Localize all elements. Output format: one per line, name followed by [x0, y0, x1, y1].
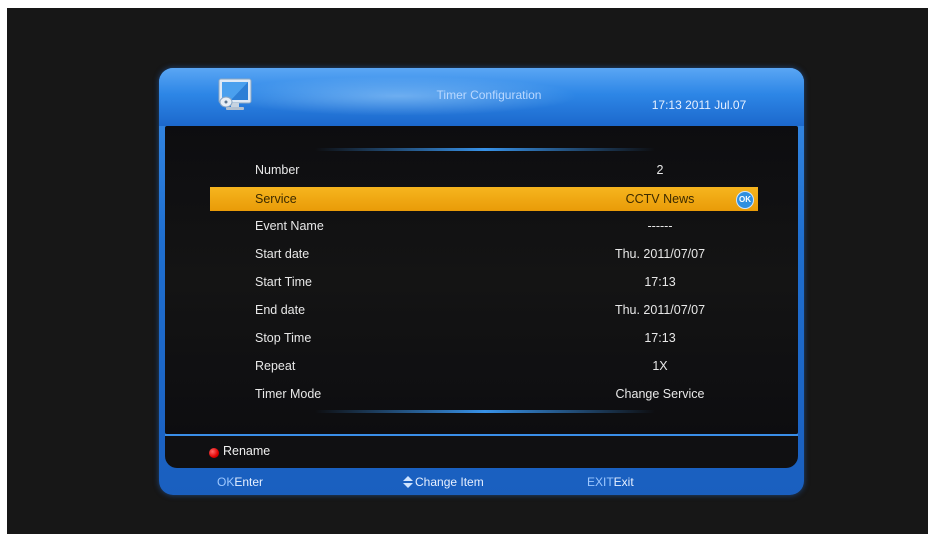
- row-value: Thu. 2011/07/07: [614, 247, 706, 261]
- ok-key-label: OK: [217, 475, 235, 489]
- row-label: Service: [255, 192, 297, 206]
- exit-key-label: EXIT: [587, 475, 614, 489]
- row-label: Repeat: [255, 359, 296, 373]
- hint-change-item[interactable]: Change Item: [403, 475, 484, 491]
- monitor-satellite-icon: [217, 76, 255, 114]
- row-label: Event Name: [255, 219, 324, 233]
- dialog-title: Timer Configuration: [436, 88, 542, 102]
- row-label: Stop Time: [255, 331, 312, 345]
- dialog-header: Timer Configuration 17:13 2011 Jul.07: [159, 68, 804, 126]
- row-label: Number: [255, 163, 300, 177]
- clock-readout: 17:13 2011 Jul.07: [651, 98, 747, 112]
- divider-glow-top: [315, 148, 655, 151]
- row-value: Change Service: [615, 387, 705, 401]
- row-repeat[interactable]: Repeat 1X: [210, 354, 758, 378]
- row-service[interactable]: Service CCTV News OK: [210, 187, 758, 211]
- row-value: Thu. 2011/07/07: [614, 303, 706, 317]
- row-timer-mode[interactable]: Timer Mode Change Service: [210, 382, 758, 406]
- row-number[interactable]: Number 2: [210, 158, 758, 182]
- row-value: 17:13: [644, 275, 676, 289]
- row-label: Start date: [255, 247, 310, 261]
- color-key-bar: Rename: [165, 434, 798, 468]
- tv-screen: Timer Configuration 17:13 2011 Jul.07 Nu…: [7, 8, 928, 534]
- row-value: 17:13: [644, 331, 676, 345]
- ok-action-label: Enter: [234, 475, 264, 489]
- row-value: 1X: [652, 359, 668, 373]
- up-down-arrows-icon: [403, 476, 413, 491]
- hint-ok-enter[interactable]: OKEnter: [217, 475, 263, 489]
- row-label: End date: [255, 303, 306, 317]
- row-end-date[interactable]: End date Thu. 2011/07/07: [210, 298, 758, 322]
- row-label: Start Time: [255, 275, 312, 289]
- exit-action-label: Exit: [613, 475, 634, 489]
- row-label: Timer Mode: [255, 387, 322, 401]
- row-value: 2: [656, 163, 664, 177]
- row-value: ------: [647, 219, 673, 233]
- rename-action[interactable]: Rename: [223, 444, 270, 458]
- timer-config-dialog: Timer Configuration 17:13 2011 Jul.07 Nu…: [159, 68, 804, 495]
- row-event-name[interactable]: Event Name ------: [210, 214, 758, 238]
- row-start-date[interactable]: Start date Thu. 2011/07/07: [210, 242, 758, 266]
- change-item-label: Change Item: [415, 475, 484, 489]
- red-dot-icon: [209, 448, 219, 458]
- divider-glow-bottom: [315, 410, 655, 413]
- ok-button-icon[interactable]: OK: [736, 191, 754, 209]
- row-stop-time[interactable]: Stop Time 17:13: [210, 326, 758, 350]
- hint-exit[interactable]: EXITExit: [587, 475, 634, 489]
- key-hint-bar: OKEnter Change Item EXITExit: [159, 469, 804, 495]
- settings-list: Number 2 Service CCTV News OK Event Name…: [165, 126, 798, 434]
- row-start-time[interactable]: Start Time 17:13: [210, 270, 758, 294]
